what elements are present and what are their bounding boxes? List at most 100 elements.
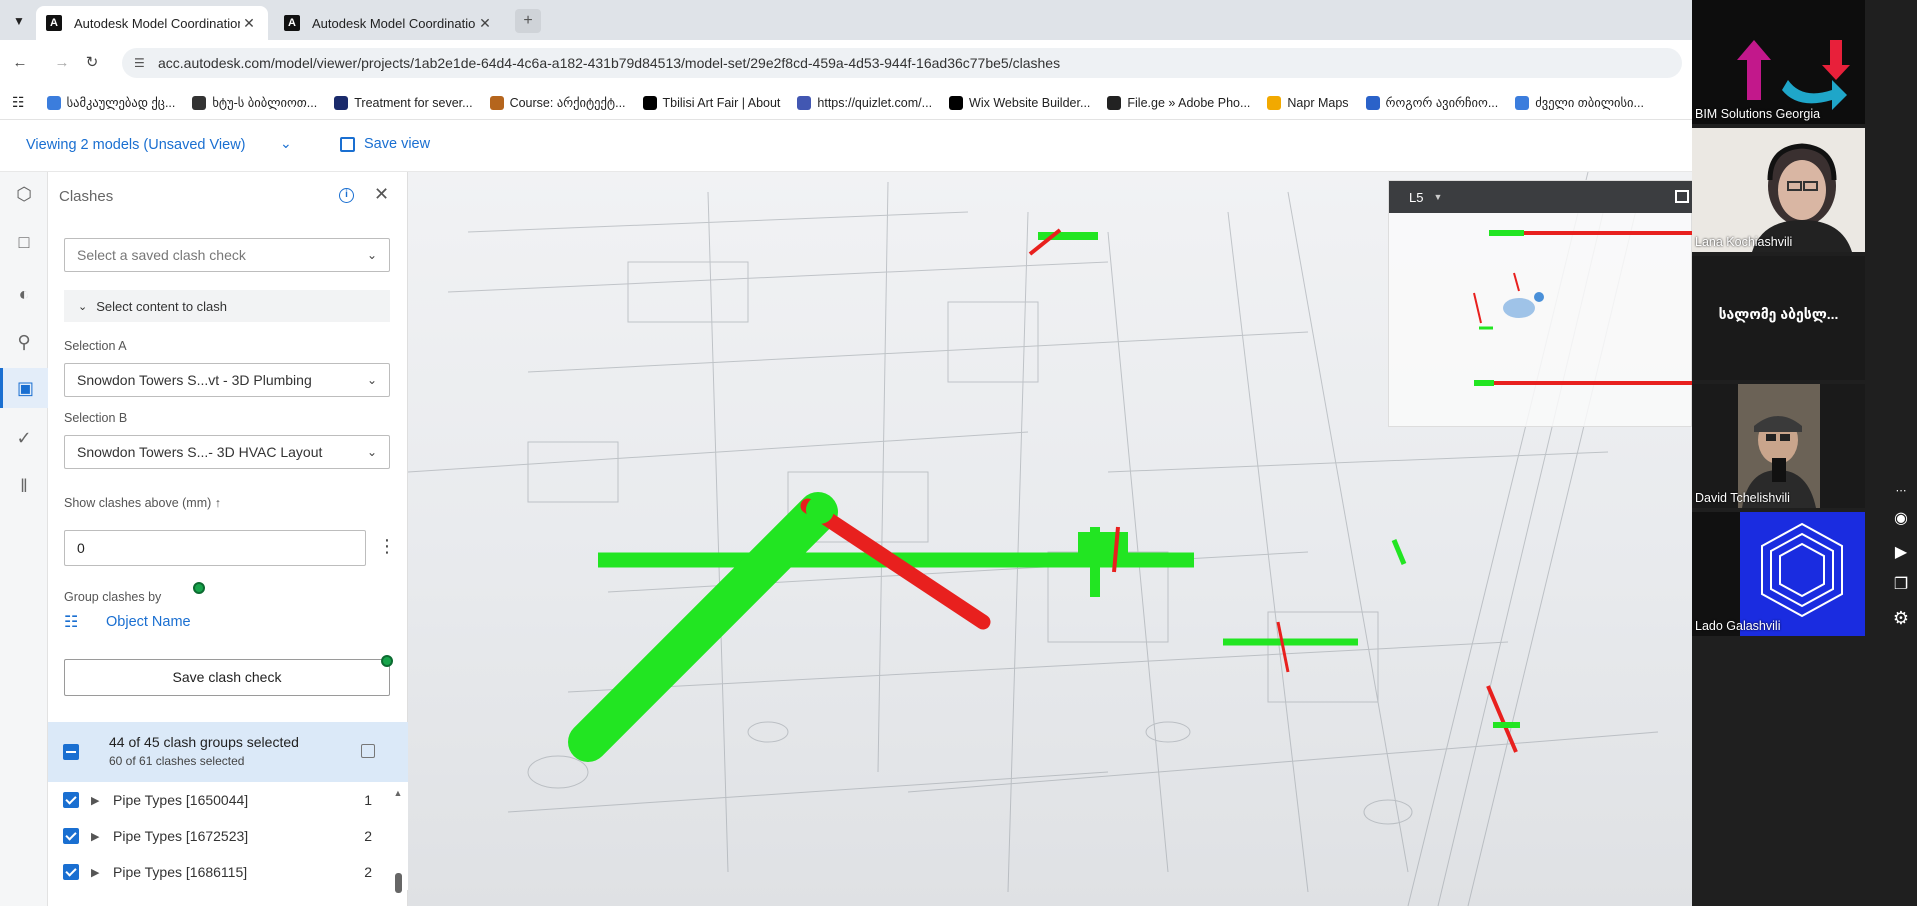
row-count: 2	[364, 864, 372, 880]
bookmark-icon[interactable]: □	[0, 222, 48, 262]
level-selector[interactable]: L5	[1409, 190, 1423, 205]
threshold-input[interactable]: 0	[64, 530, 366, 566]
gear-icon[interactable]: ⚙	[1888, 608, 1914, 629]
more-options-icon[interactable]: ⋮	[378, 536, 396, 556]
site-settings-icon[interactable]: ☰	[134, 56, 148, 70]
participant-tile[interactable]: სალომე აბესლ...	[1692, 256, 1865, 380]
list-scrollbar[interactable]: ▲	[392, 788, 404, 906]
bookmark-favicon-icon	[1107, 95, 1122, 110]
tab-close-icon[interactable]: ✕	[476, 15, 494, 32]
chevron-right-icon[interactable]: ▶	[91, 830, 105, 843]
table-row[interactable]: ▶ Pipe Types [1686115] 2	[48, 854, 408, 890]
bookmark-item[interactable]: სამკაულებად ქც...	[46, 95, 175, 110]
participant-tile[interactable]: David Tchelishvili	[1692, 384, 1865, 508]
more-options-icon[interactable]: ⋯	[1888, 484, 1914, 497]
komhive-logo	[1692, 512, 1865, 636]
viewing-models-label[interactable]: Viewing 2 models (Unsaved View)	[26, 137, 246, 153]
browser-tab-inactive[interactable]: A Autodesk Model Coordination ✕	[274, 6, 504, 40]
status-dot-icon	[193, 582, 205, 594]
clashes-panel: Clashes i ✕ Select a saved clash check ⌄…	[48, 172, 408, 906]
bookmark-item[interactable]: https://quizlet.com/...	[797, 95, 932, 110]
save-clash-check-button[interactable]: Save clash check	[64, 659, 390, 696]
row-checkbox[interactable]	[63, 792, 79, 808]
group-by-object-name[interactable]: ☷ Object Name	[64, 612, 191, 632]
select-content-section[interactable]: ⌄ Select content to clash	[64, 290, 390, 322]
select-all-checkbox[interactable]	[63, 744, 79, 760]
bookmark-item[interactable]: Treatment for sever...	[334, 95, 473, 110]
row-name: Pipe Types [1650044]	[113, 792, 249, 808]
bookmark-item[interactable]: Napr Maps	[1267, 95, 1349, 110]
models-cube-icon[interactable]: ⬡	[0, 174, 48, 214]
threshold-label: Show clashes above (mm) ↑	[64, 496, 222, 510]
row-count: 1	[364, 792, 372, 808]
save-view-button[interactable]: Save view	[340, 136, 430, 152]
bookmark-favicon-icon	[1267, 95, 1282, 110]
selection-b-select[interactable]: Snowdon Towers S...- 3D HVAC Layout ⌄	[64, 435, 390, 469]
model-viewer-canvas[interactable]: L5 ▼	[408, 172, 1692, 906]
tab-title: Autodesk Model Coordination	[74, 15, 240, 31]
selection-a-select[interactable]: Snowdon Towers S...vt - 3D Plumbing ⌄	[64, 363, 390, 397]
bookmarks-bar: ☷ სამკაულებად ქც... ხტუ-ს ბიბლიოთ... Tre…	[0, 86, 1692, 120]
tab-title: Autodesk Model Coordination	[312, 15, 476, 31]
chevron-down-icon: ⌄	[78, 300, 88, 313]
video-icon[interactable]: ▶	[1888, 542, 1914, 562]
reload-icon[interactable]: ↻	[80, 51, 104, 75]
address-bar-row: ← → ↻ ☰ acc.autodesk.com/model/viewer/pr…	[0, 40, 1692, 86]
bookmark-item[interactable]: ხტუ-ს ბიბლიოთ...	[192, 95, 317, 110]
isolate-icon[interactable]	[361, 744, 375, 758]
bookmark-favicon-icon	[797, 95, 812, 110]
left-tool-rail: ⬡ □ ◐ ⚲ ▣ ✓ ‖	[0, 172, 48, 906]
url-text: acc.autodesk.com/model/viewer/projects/1…	[158, 55, 1061, 71]
chevron-down-icon[interactable]: ⌄	[280, 135, 292, 152]
clash-geometry	[568, 228, 1520, 762]
bookmark-item[interactable]: როგორ ავირჩიო...	[1365, 95, 1498, 110]
globe-icon[interactable]: ◐	[0, 274, 48, 314]
panel-title: Clashes	[59, 188, 114, 205]
apps-grid-icon[interactable]: ☷	[12, 94, 25, 111]
library-icon[interactable]: ‖	[0, 466, 48, 506]
bookmark-item[interactable]: Tbilisi Art Fair | About	[642, 95, 780, 110]
participant-tile[interactable]: Lado Galashvili	[1692, 512, 1865, 636]
selection-b-label: Selection B	[64, 411, 128, 425]
participant-name: David Tchelishvili	[1695, 491, 1790, 505]
row-checkbox[interactable]	[63, 864, 79, 880]
clashes-icon[interactable]: ▣	[0, 368, 48, 408]
share-screen-icon[interactable]: ❐	[1888, 574, 1914, 594]
participant-tile[interactable]: Lana Kochiashvili	[1692, 128, 1865, 252]
table-row[interactable]: ▶ Pipe Types [1650044] 1	[48, 782, 408, 818]
app-header: Viewing 2 models (Unsaved View) ⌄ Save v…	[0, 120, 1692, 172]
browser-tab-bar: ▼ A Autodesk Model Coordination ✕ A Auto…	[0, 0, 1692, 40]
bookmark-item[interactable]: ძველი თბილისი...	[1515, 95, 1644, 110]
search-model-icon[interactable]: ⚲	[0, 322, 48, 362]
tab-close-icon[interactable]: ✕	[240, 15, 258, 32]
back-arrow-icon[interactable]: ←	[8, 51, 32, 75]
saved-clash-check-select[interactable]: Select a saved clash check ⌄	[64, 238, 390, 272]
url-field[interactable]: ☰ acc.autodesk.com/model/viewer/projects…	[122, 48, 1682, 78]
check-circle-icon[interactable]: ✓	[0, 418, 48, 458]
browser-tab-active[interactable]: A Autodesk Model Coordination ✕	[36, 6, 268, 40]
bookmark-item[interactable]: File.ge » Adobe Pho...	[1107, 95, 1250, 110]
bookmark-item[interactable]: Wix Website Builder...	[949, 95, 1090, 110]
bookmark-favicon-icon	[489, 95, 504, 110]
table-row[interactable]: ▶ Pipe Types [1672523] 2	[48, 818, 408, 854]
chevron-down-icon[interactable]: ▼	[1433, 192, 1442, 202]
video-call-panel: — ❐ ✕ BIM Solutions Georgia Lana Kochias…	[1692, 0, 1917, 906]
info-icon[interactable]: i	[339, 188, 354, 203]
bookmark-item[interactable]: Course: არქიტექტ...	[489, 95, 626, 110]
expand-icon[interactable]	[1675, 190, 1689, 203]
row-name: Pipe Types [1672523]	[113, 828, 249, 844]
new-tab-button[interactable]: +	[515, 9, 541, 33]
scroll-up-icon[interactable]: ▲	[392, 788, 404, 798]
scroll-thumb[interactable]	[395, 873, 402, 893]
chevron-right-icon[interactable]: ▶	[91, 794, 105, 807]
autodesk-favicon-icon: A	[46, 15, 62, 31]
forward-arrow-icon[interactable]: →	[50, 51, 74, 75]
level-minimap[interactable]: L5 ▼	[1388, 180, 1692, 427]
camera-icon[interactable]: ◉	[1888, 508, 1914, 528]
participant-name: სალომე აბესლ...	[1718, 306, 1839, 322]
tab-search-chevron-icon[interactable]: ▼	[8, 10, 30, 32]
participant-tile[interactable]: BIM Solutions Georgia	[1692, 0, 1865, 124]
row-checkbox[interactable]	[63, 828, 79, 844]
close-icon[interactable]: ✕	[374, 184, 389, 205]
chevron-right-icon[interactable]: ▶	[91, 866, 105, 879]
